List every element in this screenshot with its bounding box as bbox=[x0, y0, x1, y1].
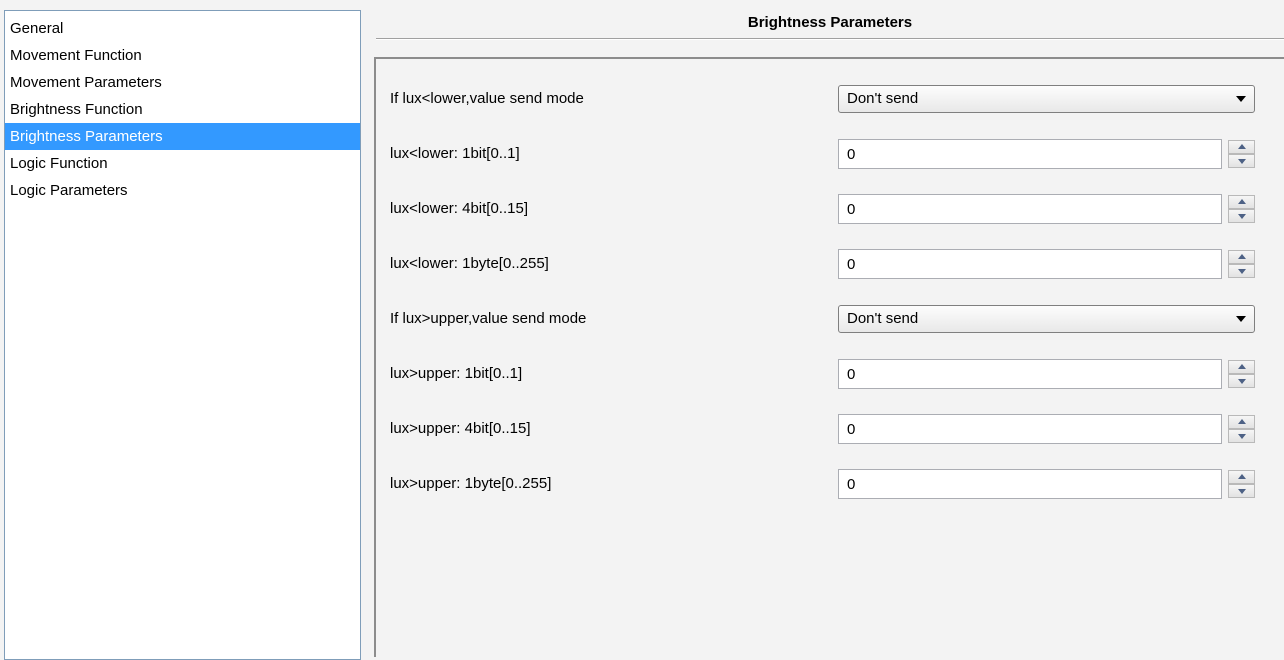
arrow-down-icon bbox=[1238, 269, 1246, 274]
arrow-down-icon bbox=[1238, 379, 1246, 384]
param-label: lux<lower: 1bit[0..1] bbox=[390, 145, 520, 162]
spin-down-button[interactable] bbox=[1228, 429, 1255, 443]
arrow-down-icon bbox=[1238, 159, 1246, 164]
arrow-up-icon bbox=[1238, 254, 1246, 259]
upper-4bit-input[interactable] bbox=[838, 414, 1222, 444]
arrow-up-icon bbox=[1238, 419, 1246, 424]
nav-item-movement-parameters[interactable]: Movement Parameters bbox=[5, 69, 360, 96]
parameter-category-list[interactable]: General Movement Function Movement Param… bbox=[4, 10, 361, 660]
arrow-up-icon bbox=[1238, 199, 1246, 204]
param-label: lux>upper: 1byte[0..255] bbox=[390, 475, 552, 492]
param-row-lower-4bit: lux<lower: 4bit[0..15] bbox=[376, 194, 1284, 224]
param-label: If lux<lower,value send mode bbox=[390, 90, 584, 107]
upper-1byte-input[interactable] bbox=[838, 469, 1222, 499]
param-row-lower-1bit: lux<lower: 1bit[0..1] bbox=[376, 139, 1284, 169]
nav-item-brightness-parameters[interactable]: Brightness Parameters bbox=[5, 123, 360, 150]
param-label: lux>upper: 4bit[0..15] bbox=[390, 420, 531, 437]
upper-send-mode-select[interactable]: Don't send bbox=[838, 305, 1255, 333]
arrow-up-icon bbox=[1238, 364, 1246, 369]
spin-up-button[interactable] bbox=[1228, 140, 1255, 154]
arrow-down-icon bbox=[1238, 489, 1246, 494]
nav-item-brightness-function[interactable]: Brightness Function bbox=[5, 96, 360, 123]
spin-up-button[interactable] bbox=[1228, 360, 1255, 374]
spin-up-button[interactable] bbox=[1228, 470, 1255, 484]
param-label: lux<lower: 4bit[0..15] bbox=[390, 200, 528, 217]
upper-1byte-spinner[interactable] bbox=[1228, 469, 1255, 499]
lower-send-mode-select[interactable]: Don't send bbox=[838, 85, 1255, 113]
upper-4bit-spinner[interactable] bbox=[1228, 414, 1255, 444]
nav-item-logic-function[interactable]: Logic Function bbox=[5, 150, 360, 177]
nav-item-general[interactable]: General bbox=[5, 15, 360, 42]
lower-4bit-spinner[interactable] bbox=[1228, 194, 1255, 224]
param-row-upper-send-mode: If lux>upper,value send mode Don't send bbox=[376, 304, 1284, 334]
select-value: Don't send bbox=[847, 310, 919, 327]
lower-4bit-input[interactable] bbox=[838, 194, 1222, 224]
arrow-up-icon bbox=[1238, 144, 1246, 149]
select-value: Don't send bbox=[847, 90, 919, 107]
param-label: lux<lower: 1byte[0..255] bbox=[390, 255, 549, 272]
lower-1bit-input[interactable] bbox=[838, 139, 1222, 169]
lower-1byte-spinner[interactable] bbox=[1228, 249, 1255, 279]
spin-up-button[interactable] bbox=[1228, 195, 1255, 209]
param-row-lower-1byte: lux<lower: 1byte[0..255] bbox=[376, 249, 1284, 279]
param-row-lower-send-mode: If lux<lower,value send mode Don't send bbox=[376, 84, 1284, 114]
param-label: If lux>upper,value send mode bbox=[390, 310, 587, 327]
arrow-down-icon bbox=[1238, 434, 1246, 439]
upper-1bit-spinner[interactable] bbox=[1228, 359, 1255, 389]
spin-up-button[interactable] bbox=[1228, 250, 1255, 264]
spin-down-button[interactable] bbox=[1228, 209, 1255, 223]
spin-down-button[interactable] bbox=[1228, 374, 1255, 388]
upper-1bit-input[interactable] bbox=[838, 359, 1222, 389]
lower-1bit-spinner[interactable] bbox=[1228, 139, 1255, 169]
chevron-down-icon bbox=[1236, 96, 1246, 102]
arrow-up-icon bbox=[1238, 474, 1246, 479]
chevron-down-icon bbox=[1236, 316, 1246, 322]
title-divider bbox=[376, 38, 1284, 40]
param-row-upper-1bit: lux>upper: 1bit[0..1] bbox=[376, 359, 1284, 389]
param-row-upper-4bit: lux>upper: 4bit[0..15] bbox=[376, 414, 1284, 444]
page-title: Brightness Parameters bbox=[747, 14, 913, 31]
spin-down-button[interactable] bbox=[1228, 264, 1255, 278]
arrow-down-icon bbox=[1238, 214, 1246, 219]
parameters-panel: If lux<lower,value send mode Don't send … bbox=[374, 57, 1284, 657]
spin-up-button[interactable] bbox=[1228, 415, 1255, 429]
nav-item-logic-parameters[interactable]: Logic Parameters bbox=[5, 177, 360, 204]
param-row-upper-1byte: lux>upper: 1byte[0..255] bbox=[376, 469, 1284, 499]
spin-down-button[interactable] bbox=[1228, 484, 1255, 498]
nav-item-movement-function[interactable]: Movement Function bbox=[5, 42, 360, 69]
spin-down-button[interactable] bbox=[1228, 154, 1255, 168]
lower-1byte-input[interactable] bbox=[838, 249, 1222, 279]
param-label: lux>upper: 1bit[0..1] bbox=[390, 365, 523, 382]
